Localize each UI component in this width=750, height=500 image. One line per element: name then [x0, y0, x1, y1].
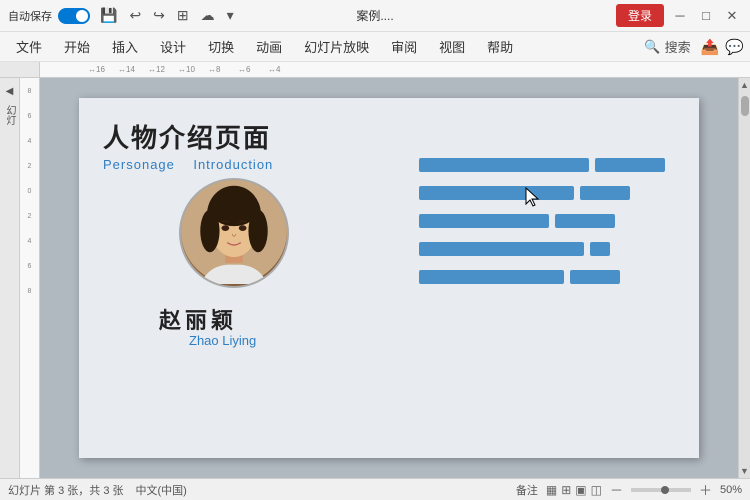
title-bar-right: 登录 ─ □ ✕: [616, 4, 742, 27]
zoom-minus[interactable]: －: [610, 480, 623, 499]
autosave-toggle[interactable]: [58, 8, 90, 24]
avatar-image: [181, 178, 287, 286]
menu-bar: 文件 开始 插入 设计 切换 动画 幻灯片放映 审阅 视图 帮助 🔍 搜索 📤 …: [0, 32, 750, 62]
menu-review[interactable]: 审阅: [381, 33, 427, 60]
slide-title-en-2: Introduction: [193, 157, 273, 172]
comment-icon[interactable]: 💬: [725, 38, 744, 56]
zoom-plus[interactable]: ＋: [699, 480, 712, 499]
menu-design[interactable]: 设计: [150, 33, 196, 60]
menu-slideshow[interactable]: 幻灯片放映: [294, 33, 379, 60]
menu-view[interactable]: 视图: [429, 33, 475, 60]
info-bars: [419, 158, 679, 284]
dropdown-icon[interactable]: ▾: [223, 5, 238, 26]
bar-5a: [419, 270, 564, 284]
share-icon[interactable]: 📤: [701, 38, 720, 56]
title-bar-left: 自动保存 💾 ↩ ↪ ⊞ ☁ ▾: [8, 5, 610, 26]
slide-title-en-1: Personage: [103, 157, 175, 172]
bar-1a: [419, 158, 589, 172]
title-bar: 自动保存 💾 ↩ ↪ ⊞ ☁ ▾ 案例.... 登录 ─ □ ✕: [0, 0, 750, 32]
bar-2b: [580, 186, 630, 200]
avatar: [179, 178, 289, 288]
bar-row-5: [419, 270, 679, 284]
search-label[interactable]: 搜索: [665, 37, 691, 56]
save-icon[interactable]: 💾: [96, 5, 121, 26]
slide-count: 幻灯片 第 3 张，共 3 张: [8, 482, 124, 498]
menu-file[interactable]: 文件: [6, 33, 52, 60]
left-panel[interactable]: ◀ 幻灯: [0, 78, 20, 478]
scroll-thumb[interactable]: [741, 96, 749, 116]
zoom-thumb[interactable]: [661, 486, 669, 494]
scroll-up[interactable]: ▲: [738, 78, 750, 92]
toolbar-icons: 💾 ↩ ↪ ⊞ ☁ ▾: [96, 5, 238, 26]
scrollbar-vertical[interactable]: ▲ ▼: [738, 78, 750, 478]
bar-row-1: [419, 158, 679, 172]
close-button[interactable]: ✕: [722, 6, 742, 26]
name-zh: 赵丽颖: [159, 303, 237, 335]
slide-content: 人物介绍页面 Personage Introduction: [79, 98, 699, 458]
menu-home[interactable]: 开始: [54, 33, 100, 60]
bar-1b: [595, 158, 665, 172]
autosave-label: 自动保存: [8, 8, 52, 24]
bar-row-3: [419, 214, 679, 228]
bar-2a: [419, 186, 574, 200]
bar-3a: [419, 214, 549, 228]
panel-arrow[interactable]: ◀: [6, 86, 14, 97]
slide-title-zh: 人物介绍页面: [103, 118, 675, 155]
zoom-level: 50%: [720, 484, 742, 496]
more-icon[interactable]: ☁: [197, 5, 219, 26]
menu-help[interactable]: 帮助: [477, 33, 523, 60]
grid-view-icon[interactable]: ⊞: [561, 483, 571, 497]
ruler-vertical: 864202468: [20, 78, 40, 478]
canvas-area: 人物介绍页面 Personage Introduction: [40, 78, 738, 478]
view-icons: ▦ ⊞ ▣ ◫: [546, 483, 602, 497]
search-icon[interactable]: 🔍: [644, 39, 660, 55]
bar-3b: [555, 214, 615, 228]
zoom-slider[interactable]: [631, 488, 691, 492]
login-button[interactable]: 登录: [616, 4, 664, 27]
undo-icon[interactable]: ↩: [125, 5, 145, 26]
search-area: 🔍 搜索: [644, 37, 690, 56]
menu-transitions[interactable]: 切换: [198, 33, 244, 60]
status-bar: 幻灯片 第 3 张，共 3 张 中文(中国) 备注 ▦ ⊞ ▣ ◫ － ＋ 50…: [0, 478, 750, 500]
notes-label[interactable]: 备注: [516, 482, 538, 498]
redo-icon[interactable]: ↪: [149, 5, 169, 26]
layout-icon[interactable]: ⊞: [173, 5, 193, 26]
ruler-h-container: ↔16 ↔14 ↔12 ↔10 ↔8 ↔6 ↔4: [0, 62, 750, 78]
minimize-button[interactable]: ─: [670, 6, 690, 26]
menu-animations[interactable]: 动画: [246, 33, 292, 60]
status-right: 备注 ▦ ⊞ ▣ ◫ － ＋ 50%: [516, 480, 742, 499]
language-indicator: 中文(中国): [136, 482, 187, 498]
bar-4b: [590, 242, 610, 256]
ruler-horizontal: ↔16 ↔14 ↔12 ↔10 ↔8 ↔6 ↔4: [40, 62, 750, 78]
bar-row-4: [419, 242, 679, 256]
menu-insert[interactable]: 插入: [102, 33, 148, 60]
bar-5b: [570, 270, 620, 284]
slide[interactable]: 人物介绍页面 Personage Introduction: [79, 98, 699, 458]
bar-4a: [419, 242, 584, 256]
maximize-button[interactable]: □: [696, 6, 716, 26]
file-title: 案例....: [356, 7, 393, 24]
bar-row-2: [419, 186, 679, 200]
name-en: Zhao Liying: [189, 333, 256, 348]
reading-view-icon[interactable]: ◫: [591, 483, 602, 497]
panel-label: 幻灯: [2, 105, 17, 125]
normal-view-icon[interactable]: ▦: [546, 483, 557, 497]
slide-view-icon[interactable]: ▣: [575, 483, 586, 497]
ruler-corner: [0, 62, 40, 77]
main-layout: ◀ 幻灯 864202468 人物介绍页面 Personage Introduc…: [0, 78, 750, 478]
scroll-down[interactable]: ▼: [738, 464, 750, 478]
